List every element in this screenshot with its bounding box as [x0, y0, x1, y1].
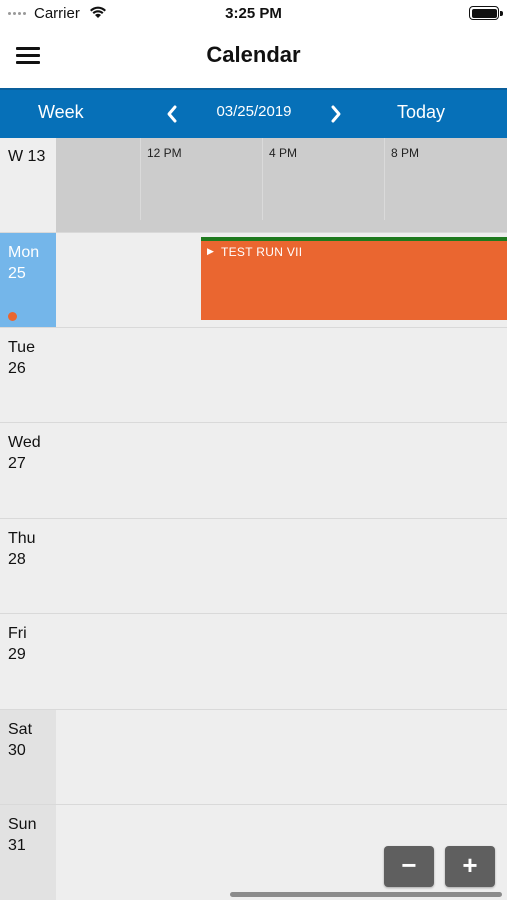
day-number: 26 [8, 360, 26, 377]
event-indicator-dot [8, 312, 17, 321]
day-number: 31 [8, 837, 26, 854]
day-number: 30 [8, 742, 26, 759]
day-name: Tue [8, 339, 35, 356]
day-row-tue[interactable]: Tue 26 [0, 328, 507, 423]
status-bar: Carrier 3:25 PM [0, 0, 507, 26]
play-icon: ▶ [207, 246, 214, 256]
zoom-in-button[interactable]: + [445, 846, 495, 887]
day-label-wed: Wed 27 [0, 423, 56, 518]
day-label-fri: Fri 29 [0, 614, 56, 709]
week-number: W 13 [0, 138, 56, 232]
day-name: Sun [8, 816, 37, 833]
hour-divider [384, 138, 385, 220]
day-label-sun: Sun 31 [0, 805, 56, 900]
hour-label-12pm: 12 PM [147, 146, 182, 160]
hour-divider [262, 138, 263, 220]
chevron-right-icon[interactable] [326, 102, 346, 126]
zoom-out-button[interactable]: − [384, 846, 434, 887]
day-row-thu[interactable]: Thu 28 [0, 519, 507, 614]
calendar-event[interactable]: ▶ TEST RUN VII [201, 237, 507, 320]
day-row-fri[interactable]: Fri 29 [0, 614, 507, 710]
day-row-sat[interactable]: Sat 30 [0, 710, 507, 805]
day-name: Wed [8, 434, 41, 451]
battery-icon [469, 6, 503, 20]
today-button[interactable]: Today [397, 102, 445, 123]
hour-label-8pm: 8 PM [391, 146, 420, 160]
hour-label-4pm: 4 PM [269, 146, 298, 160]
day-label-tue: Tue 26 [0, 328, 56, 422]
day-number: 25 [8, 265, 26, 282]
day-number: 27 [8, 455, 26, 472]
current-date[interactable]: 03/25/2019 [190, 103, 318, 120]
day-name: Fri [8, 625, 27, 642]
day-name: Thu [8, 530, 36, 547]
day-label-mon: Mon 25 [0, 233, 56, 327]
day-row-mon[interactable]: Mon 25 ▶ TEST RUN VII [0, 233, 507, 328]
status-time: 3:25 PM [225, 5, 282, 22]
calendar-toolbar: Week 03/25/2019 Today [0, 88, 507, 138]
event-title: TEST RUN VII [221, 245, 303, 259]
home-indicator [230, 892, 502, 897]
day-name: Mon [8, 244, 40, 261]
calendar-grid: W 13 12 PM 4 PM 8 PM Mon 25 ▶ TEST RUN V… [0, 138, 507, 900]
chevron-left-icon[interactable] [162, 102, 182, 126]
day-row-wed[interactable]: Wed 27 [0, 423, 507, 519]
nav-bar: Calendar [0, 26, 507, 88]
day-label-thu: Thu 28 [0, 519, 56, 613]
day-number: 28 [8, 551, 26, 568]
page-title: Calendar [206, 42, 301, 67]
week-view-button[interactable]: Week [38, 102, 84, 123]
day-number: 29 [8, 646, 26, 663]
day-label-sat: Sat 30 [0, 710, 56, 804]
hour-divider [140, 138, 141, 220]
day-name: Sat [8, 721, 33, 738]
week-header-row: W 13 12 PM 4 PM 8 PM [0, 138, 507, 233]
